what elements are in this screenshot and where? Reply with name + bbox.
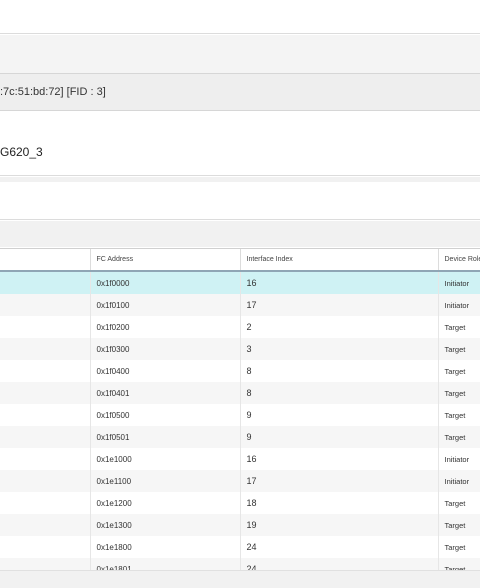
- cell-name: [0, 404, 90, 426]
- cell-device-role: Target: [437, 536, 480, 558]
- cell-name: [0, 470, 90, 492]
- cell-fc-address: 0x1f0300: [89, 338, 240, 360]
- switch-panel: G620_3: [0, 111, 480, 176]
- column-header-name[interactable]: [0, 248, 90, 272]
- cell-device-role: Target: [437, 360, 480, 382]
- table-toolbar: [0, 221, 480, 247]
- cell-interface-index: 2: [239, 316, 438, 338]
- cell-device-role: Target: [437, 426, 480, 448]
- cell-name: [0, 316, 90, 338]
- cell-device-role: Target: [437, 514, 480, 536]
- filter-panel: [0, 182, 480, 220]
- table-row[interactable]: 0x1f0501 9 Target: [0, 426, 480, 448]
- cell-fc-address: 0x1e1100: [89, 470, 240, 492]
- cell-interface-index: 18: [239, 492, 438, 514]
- table-row[interactable]: 0x1e1200 18 Target: [0, 492, 480, 514]
- cell-device-role: Initiator: [437, 294, 480, 316]
- cell-interface-index: 9: [239, 426, 438, 448]
- table-row[interactable]: 0x1e1000 16 Initiator: [0, 448, 480, 470]
- cell-fc-address: 0x1f0100: [89, 294, 240, 316]
- fabric-header-label: :7c:51:bd:72] [FID : 3]: [0, 86, 106, 98]
- fabric-header[interactable]: :7c:51:bd:72] [FID : 3]: [0, 73, 480, 111]
- cell-device-role: Target: [437, 382, 480, 404]
- table-row[interactable]: 0x1f0100 17 Initiator: [0, 294, 480, 316]
- switch-name: G620_3: [0, 145, 43, 159]
- cell-fc-address: 0x1e1200: [89, 492, 240, 514]
- cell-name: [0, 536, 90, 558]
- cell-name: [0, 426, 90, 448]
- column-header-device-role[interactable]: Device Role: [437, 248, 480, 272]
- cell-fc-address: 0x1f0401: [89, 382, 240, 404]
- cell-name: [0, 492, 90, 514]
- cell-device-role: Target: [437, 492, 480, 514]
- cell-interface-index: 9: [239, 404, 438, 426]
- table-row[interactable]: 0x1f0401 8 Target: [0, 382, 480, 404]
- cell-device-role: Initiator: [437, 448, 480, 470]
- cell-interface-index: 8: [239, 382, 438, 404]
- cell-interface-index: 8: [239, 360, 438, 382]
- cell-name: [0, 294, 90, 316]
- cell-name: [0, 514, 90, 536]
- cell-fc-address: 0x1f0500: [89, 404, 240, 426]
- cell-name: [0, 448, 90, 470]
- cell-interface-index: 17: [239, 470, 438, 492]
- cell-device-role: Initiator: [437, 271, 480, 294]
- table-row[interactable]: 0x1e1300 19 Target: [0, 514, 480, 536]
- table-row[interactable]: 0x1f0200 2 Target: [0, 316, 480, 338]
- table-row[interactable]: 0x1e1800 24 Target: [0, 536, 480, 558]
- table-row[interactable]: 0x1e1100 17 Initiator: [0, 470, 480, 492]
- cell-fc-address: 0x1f0400: [89, 360, 240, 382]
- column-header-interface-index[interactable]: Interface Index: [239, 248, 438, 272]
- cell-fc-address: 0x1e1800: [89, 536, 240, 558]
- table-row[interactable]: 0x1f0500 9 Target: [0, 404, 480, 426]
- cell-device-role: Target: [437, 338, 480, 360]
- cell-fc-address: 0x1f0200: [89, 316, 240, 338]
- cell-interface-index: 24: [239, 536, 438, 558]
- cell-device-role: Target: [437, 404, 480, 426]
- table-header-row: FC Address Interface Index Device Role: [0, 248, 480, 272]
- cell-name: [0, 271, 90, 294]
- cell-interface-index: 17: [239, 294, 438, 316]
- cell-interface-index: 16: [239, 448, 438, 470]
- cell-fc-address: 0x1f0000: [89, 271, 240, 294]
- cell-fc-address: 0x1e1300: [89, 514, 240, 536]
- column-header-fc-address[interactable]: FC Address: [89, 248, 240, 272]
- table-footer: [0, 570, 480, 588]
- top-panel: [0, 0, 480, 34]
- table-row[interactable]: 0x1f0000 16 Initiator: [0, 271, 480, 294]
- cell-name: [0, 382, 90, 404]
- table-row[interactable]: 0x1f0400 8 Target: [0, 360, 480, 382]
- table-row[interactable]: 0x1f0300 3 Target: [0, 338, 480, 360]
- cell-fc-address: 0x1f0501: [89, 426, 240, 448]
- panel-gap: [0, 35, 480, 73]
- cell-interface-index: 3: [239, 338, 438, 360]
- cell-name: [0, 360, 90, 382]
- cell-name: [0, 338, 90, 360]
- cell-device-role: Target: [437, 316, 480, 338]
- device-table: FC Address Interface Index Device Role 0…: [0, 248, 480, 580]
- cell-interface-index: 19: [239, 514, 438, 536]
- cell-device-role: Initiator: [437, 470, 480, 492]
- cell-interface-index: 16: [239, 271, 438, 294]
- cell-fc-address: 0x1e1000: [89, 448, 240, 470]
